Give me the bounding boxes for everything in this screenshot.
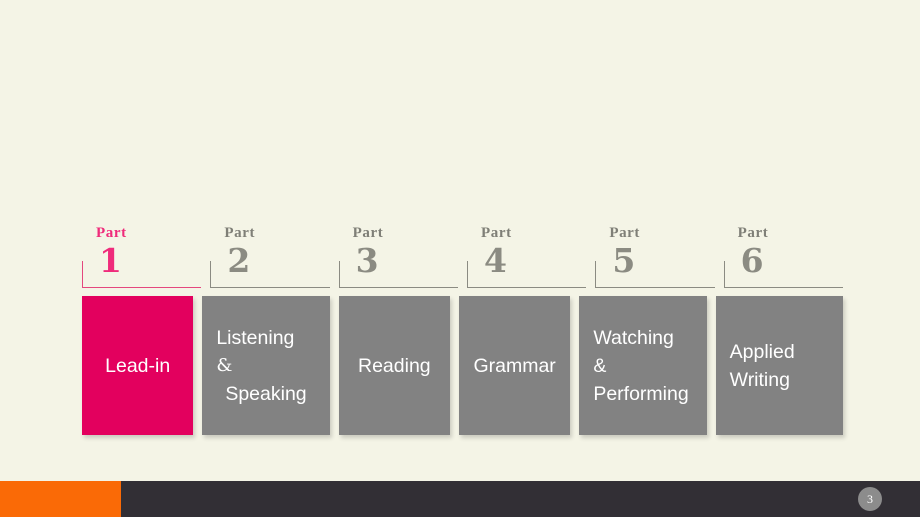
- section-card-label: Grammar: [465, 352, 564, 380]
- part-header-4[interactable]: Part 4: [466, 225, 587, 288]
- section-card-label: Listening & Speaking: [216, 324, 315, 408]
- section-card-label: Applied Writing: [730, 338, 829, 394]
- section-card-line: Performing: [593, 382, 689, 405]
- section-card-line: Reading: [358, 354, 431, 377]
- page-number-text: 3: [867, 491, 873, 506]
- section-card-grammar[interactable]: Grammar: [458, 296, 571, 435]
- part-underline-rule: [82, 261, 202, 288]
- section-card-label: Lead-in: [88, 352, 187, 380]
- part-header-row: Part 1 Part 2 Part 3 Part 4 Part 5 Part 6: [82, 226, 843, 288]
- section-card-line: Applied: [729, 340, 795, 363]
- part-underline-rule: [466, 261, 587, 288]
- page-number-badge: 3: [858, 487, 882, 511]
- section-card-lead-in[interactable]: Lead-in: [82, 296, 194, 435]
- part-word-label: Part: [737, 225, 769, 241]
- section-card-reading[interactable]: Reading: [338, 296, 450, 435]
- part-word-label: Part: [224, 225, 256, 241]
- section-card-row: Lead-in Listening & Speaking Reading Grammar W…: [82, 296, 843, 435]
- part-underline-rule: [595, 261, 715, 288]
- footer-bar: [0, 481, 920, 517]
- section-card-applied-writing[interactable]: Applied Writing: [715, 296, 843, 435]
- section-card-line: Speaking: [225, 382, 307, 405]
- section-card-label: Reading: [345, 352, 444, 380]
- part-word-label: Part: [480, 225, 512, 241]
- part-header-3[interactable]: Part 3: [338, 225, 458, 288]
- part-header-6[interactable]: Part 6: [723, 225, 843, 288]
- section-card-line: &: [216, 354, 233, 376]
- part-underline-rule: [723, 261, 843, 288]
- part-word-label: Part: [352, 225, 384, 241]
- section-card-listening-speaking[interactable]: Listening & Speaking: [202, 296, 330, 435]
- section-card-line: &: [593, 354, 607, 377]
- part-word-label: Part: [96, 225, 127, 241]
- section-card-line: Watching: [593, 326, 674, 349]
- section-card-line: Lead-in: [105, 354, 171, 377]
- part-header-1[interactable]: Part 1: [82, 225, 202, 288]
- section-card-label: Watching & Performing: [593, 324, 692, 408]
- section-card-watching-performing[interactable]: Watching & Performing: [579, 296, 707, 435]
- section-card-line: Grammar: [473, 354, 556, 377]
- part-underline-rule: [210, 261, 330, 288]
- part-header-5[interactable]: Part 5: [595, 225, 715, 288]
- part-header-2[interactable]: Part 2: [210, 225, 330, 288]
- slide-canvas: Part 1 Part 2 Part 3 Part 4 Part 5 Part 6 Lead-in Li…: [0, 0, 920, 517]
- section-card-line: Listening: [216, 326, 295, 349]
- section-card-line: Writing: [729, 368, 790, 391]
- footer-accent-block: [0, 481, 121, 517]
- part-underline-rule: [338, 261, 458, 288]
- part-word-label: Part: [609, 225, 641, 241]
